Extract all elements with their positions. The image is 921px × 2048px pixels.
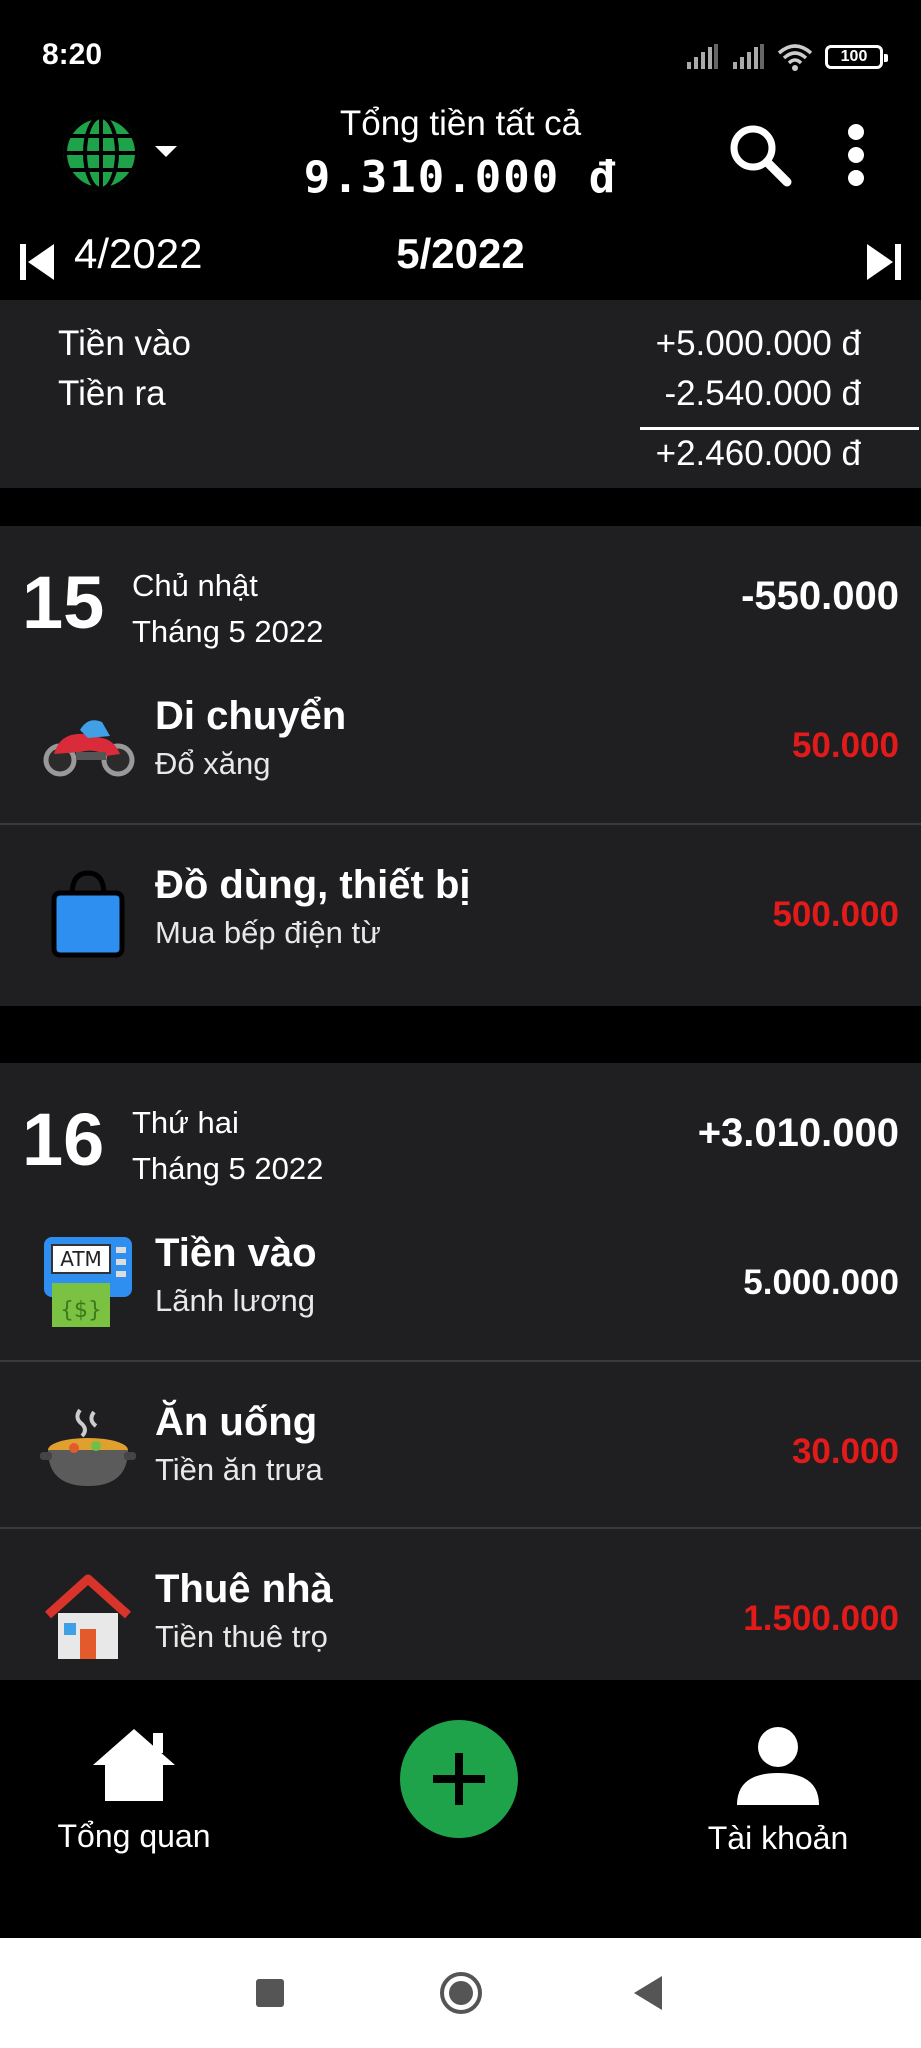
transaction-item[interactable]: Ăn uống Tiền ăn trưa 30.000	[0, 1360, 921, 1527]
home-button-icon[interactable]	[440, 1972, 482, 2014]
atm-icon: ATM {$}	[44, 1237, 132, 1327]
nav-account[interactable]: Tài khoản	[648, 1725, 908, 1857]
transaction-amount: 5.000.000	[743, 1263, 899, 1302]
nav-overview-label: Tổng quan	[57, 1818, 211, 1854]
signal-icon	[687, 44, 718, 69]
month-summary: Tiền vào +5.000.000 đ Tiền ra -2.540.000…	[0, 300, 921, 488]
skip-next-icon[interactable]	[865, 240, 903, 284]
food-pot-icon	[40, 1408, 136, 1486]
house-icon	[44, 1574, 132, 1659]
bottom-navigation: Tổng quan Tài khoản	[0, 1680, 921, 1938]
transaction-note: Đổ xăng	[155, 746, 271, 781]
transaction-category: Đồ dùng, thiết bị	[155, 863, 471, 907]
transaction-note: Tiền ăn trưa	[155, 1452, 323, 1487]
income-value: +5.000.000 đ	[655, 324, 861, 363]
income-label: Tiền vào	[58, 324, 191, 363]
day-header: 15 Chủ nhật Tháng 5 2022 -550.000	[0, 526, 921, 656]
motorbike-icon	[43, 720, 135, 777]
day-total: +3.010.000	[697, 1111, 899, 1155]
shopping-bag-icon	[51, 870, 125, 958]
home-icon	[93, 1729, 175, 1801]
day-number: 15	[22, 561, 105, 644]
day-header: 16 Thứ hai Tháng 5 2022 +3.010.000	[0, 1063, 921, 1193]
transaction-item[interactable]: Thuê nhà Tiền thuê trọ 1.500.000	[0, 1527, 921, 1680]
transaction-note: Tiền thuê trọ	[155, 1619, 328, 1654]
status-icons: 100	[685, 40, 888, 74]
transaction-category: Ăn uống	[155, 1400, 318, 1444]
transaction-category: Tiền vào	[155, 1231, 317, 1275]
recents-icon[interactable]	[256, 1979, 284, 2007]
day-weekday: Thứ hai	[132, 1105, 239, 1140]
search-icon[interactable]	[725, 120, 795, 190]
day-group: 16 Thứ hai Tháng 5 2022 +3.010.000 ATM {…	[0, 1063, 921, 1680]
day-total: -550.000	[741, 574, 899, 618]
account-icon	[737, 1727, 819, 1805]
wifi-icon	[777, 44, 813, 71]
expense-value: -2.540.000 đ	[664, 374, 861, 413]
transaction-note: Lãnh lương	[155, 1283, 316, 1318]
plus-icon	[433, 1753, 485, 1805]
transaction-category: Di chuyển	[155, 694, 347, 738]
svg-text:ATM: ATM	[60, 1247, 102, 1271]
transaction-category: Thuê nhà	[155, 1567, 333, 1611]
status-time: 8:20	[42, 38, 103, 71]
transaction-item[interactable]: ATM {$} Tiền vào Lãnh lương 5.000.000	[0, 1193, 921, 1360]
back-icon[interactable]	[634, 1976, 662, 2010]
nav-account-label: Tài khoản	[707, 1820, 849, 1856]
transaction-amount: 50.000	[791, 726, 899, 765]
svg-text:{$}: {$}	[60, 1298, 102, 1323]
transaction-note: Mua bếp điện từ	[155, 915, 381, 950]
header: Tổng tiền tất cả 9.310.000 đ	[0, 100, 921, 220]
summary-divider	[640, 427, 919, 430]
day-month: Tháng 5 2022	[132, 1151, 324, 1186]
current-month-label: 5/2022	[396, 230, 525, 277]
day-group: 15 Chủ nhật Tháng 5 2022 -550.000 Di chu…	[0, 526, 921, 1006]
add-transaction-button[interactable]	[400, 1720, 518, 1838]
day-number: 16	[22, 1098, 105, 1181]
transaction-amount: 500.000	[772, 895, 899, 934]
signal-icon-2	[733, 44, 764, 69]
more-vert-icon[interactable]	[836, 120, 876, 190]
transaction-item[interactable]: Di chuyển Đổ xăng 50.000	[0, 656, 921, 823]
status-bar: 8:20 100	[0, 0, 921, 100]
net-value: +2.460.000 đ	[655, 434, 861, 473]
transaction-amount: 30.000	[791, 1432, 899, 1471]
month-navigation: 4/2022 5/2022	[0, 222, 921, 298]
transaction-amount: 1.500.000	[743, 1599, 899, 1638]
transaction-item[interactable]: Đồ dùng, thiết bị Mua bếp điện từ 500.00…	[0, 823, 921, 990]
day-weekday: Chủ nhật	[132, 568, 258, 603]
day-month: Tháng 5 2022	[132, 614, 324, 649]
battery-icon: 100	[825, 45, 888, 69]
nav-overview[interactable]: Tổng quan	[4, 1725, 264, 1855]
expense-label: Tiền ra	[58, 374, 166, 413]
system-navigation-bar	[0, 1938, 921, 2048]
